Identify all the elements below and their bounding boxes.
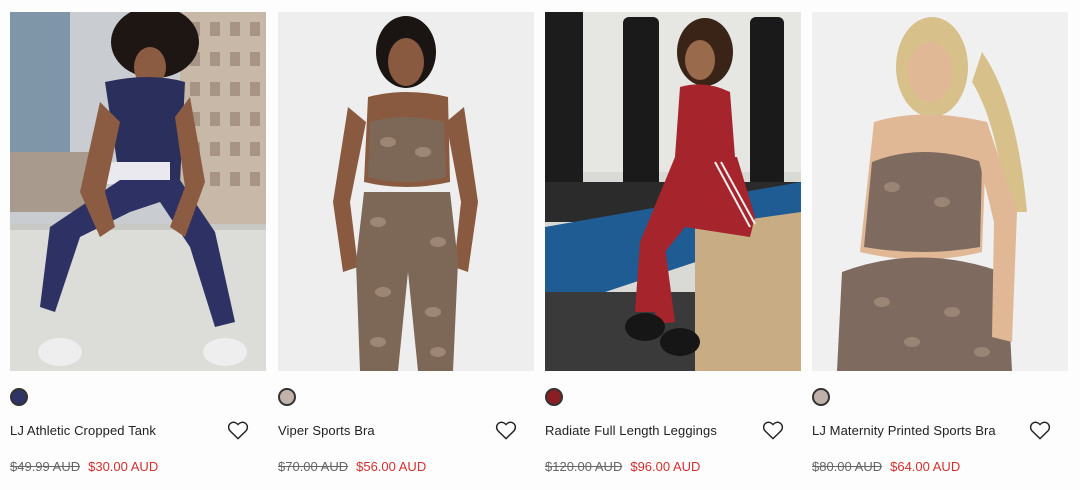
- product-name[interactable]: LJ Maternity Printed Sports Bra: [812, 423, 996, 438]
- sale-price: $56.00 AUD: [356, 458, 427, 474]
- product-image[interactable]: [278, 12, 534, 371]
- color-swatch[interactable]: [545, 388, 563, 406]
- original-price: $49.99 AUD: [10, 458, 81, 474]
- product-name[interactable]: Viper Sports Bra: [278, 423, 375, 438]
- price-row: $80.00 AUD $64.00 AUD: [812, 458, 1068, 474]
- product-title-row: Radiate Full Length Leggings: [545, 418, 801, 442]
- product-image[interactable]: [812, 12, 1068, 371]
- heart-icon: [227, 421, 249, 440]
- product-card[interactable]: LJ Maternity Printed Sports Bra $80.00 A…: [812, 12, 1068, 474]
- original-price: $120.00 AUD: [545, 458, 623, 474]
- sale-price: $30.00 AUD: [88, 458, 159, 474]
- color-swatches: [545, 386, 801, 408]
- heart-icon: [495, 421, 517, 440]
- heart-icon: [1029, 421, 1051, 440]
- sale-price: $96.00 AUD: [630, 458, 701, 474]
- product-title-row: LJ Athletic Cropped Tank: [10, 418, 266, 442]
- wishlist-heart-icon[interactable]: [1028, 419, 1052, 441]
- color-swatch[interactable]: [10, 388, 28, 406]
- product-photo-maternity-bra: [812, 12, 1068, 371]
- wishlist-heart-icon[interactable]: [761, 419, 785, 441]
- heart-icon: [762, 421, 784, 440]
- original-price: $80.00 AUD: [812, 458, 883, 474]
- product-grid: LJ Athletic Cropped Tank $49.99 AUD $30.…: [0, 0, 1080, 490]
- product-title-row: LJ Maternity Printed Sports Bra: [812, 418, 1068, 442]
- product-photo-radiate-leggings: [545, 12, 801, 371]
- price-row: $49.99 AUD $30.00 AUD: [10, 458, 266, 474]
- price-row: $120.00 AUD $96.00 AUD: [545, 458, 801, 474]
- wishlist-heart-icon[interactable]: [226, 419, 250, 441]
- product-name[interactable]: Radiate Full Length Leggings: [545, 423, 717, 438]
- wishlist-heart-icon[interactable]: [494, 419, 518, 441]
- price-row: $70.00 AUD $56.00 AUD: [278, 458, 534, 474]
- color-swatch[interactable]: [278, 388, 296, 406]
- color-swatches: [278, 386, 534, 408]
- product-name[interactable]: LJ Athletic Cropped Tank: [10, 423, 156, 438]
- product-card[interactable]: LJ Athletic Cropped Tank $49.99 AUD $30.…: [10, 12, 266, 474]
- color-swatch[interactable]: [812, 388, 830, 406]
- product-card[interactable]: Viper Sports Bra $70.00 AUD $56.00 AUD: [278, 12, 534, 474]
- original-price: $70.00 AUD: [278, 458, 349, 474]
- product-photo-athletic-tank: [10, 12, 266, 371]
- product-photo-viper-bra: [278, 12, 534, 371]
- product-image[interactable]: [545, 12, 801, 371]
- product-card[interactable]: Radiate Full Length Leggings $120.00 AUD…: [545, 12, 801, 474]
- product-title-row: Viper Sports Bra: [278, 418, 534, 442]
- sale-price: $64.00 AUD: [890, 458, 961, 474]
- color-swatches: [10, 386, 266, 408]
- product-image[interactable]: [10, 12, 266, 371]
- color-swatches: [812, 386, 1068, 408]
